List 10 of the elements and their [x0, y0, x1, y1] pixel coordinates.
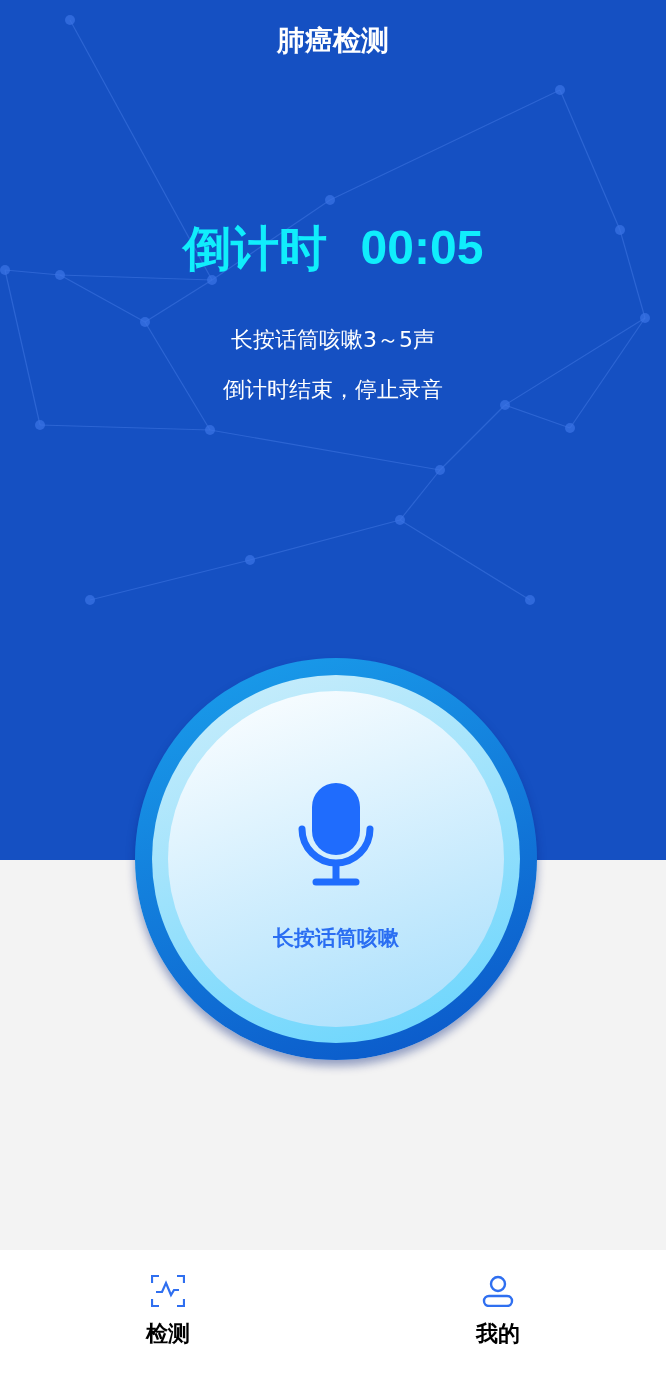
page-title: 肺癌检测	[277, 23, 389, 59]
tab-item[interactable]: 我的	[438, 1275, 558, 1350]
countdown-time: 00:05	[360, 220, 484, 276]
tab-item[interactable]: 检测	[108, 1275, 228, 1350]
person-icon	[482, 1275, 514, 1307]
instruction-text: 长按话筒咳嗽3～5声	[231, 326, 435, 354]
scan-wave-icon	[151, 1275, 185, 1307]
instruction-text: 倒计时结束，停止录音	[223, 376, 443, 404]
microphone-icon	[298, 783, 374, 888]
countdown-label: 倒计时	[182, 219, 327, 278]
